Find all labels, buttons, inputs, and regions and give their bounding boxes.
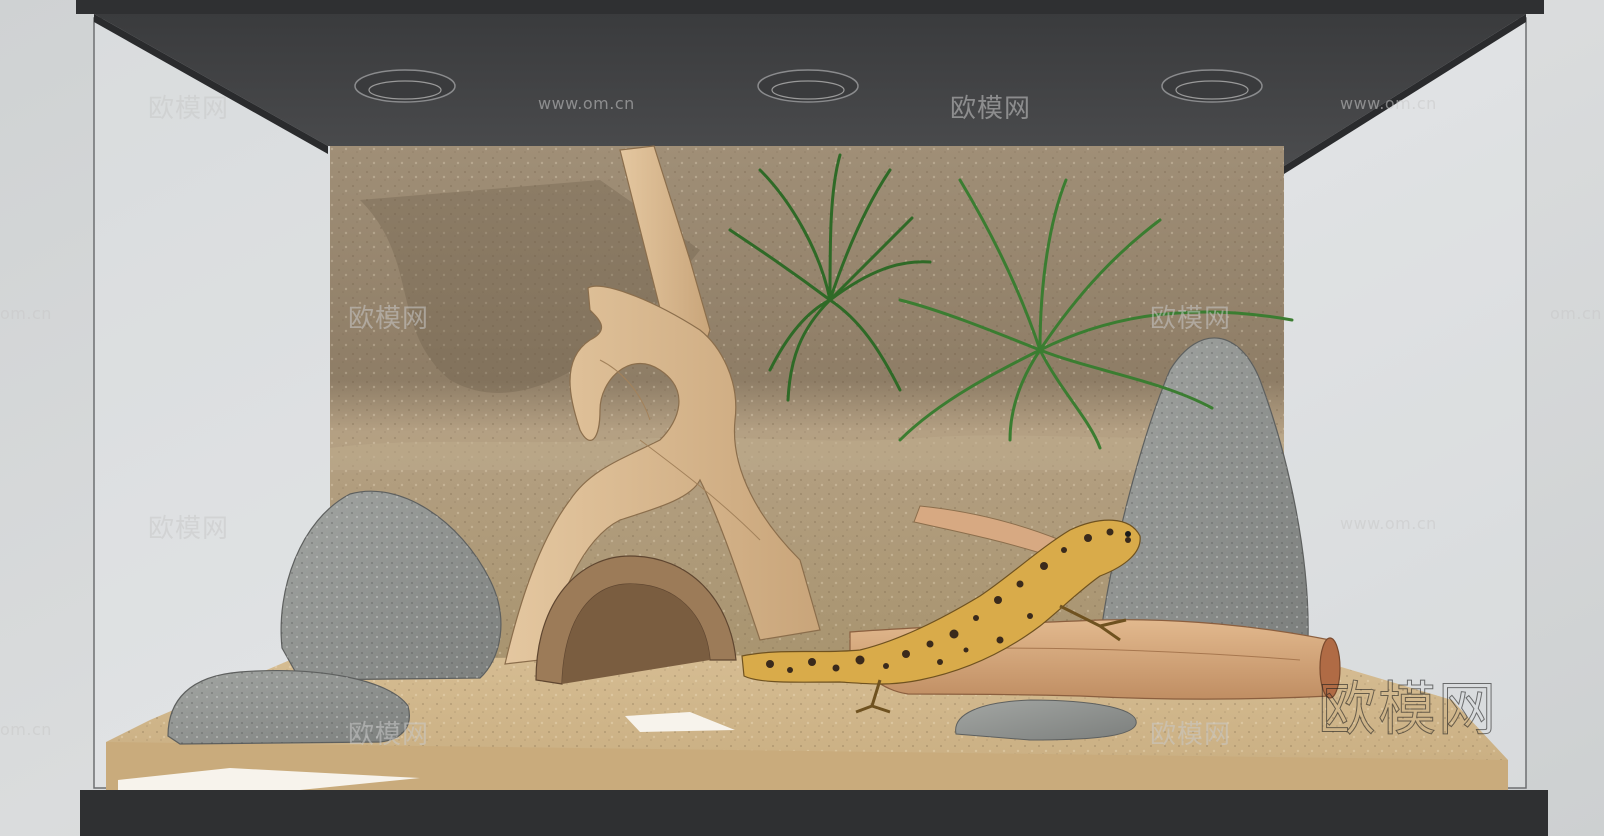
top-frame [76, 0, 1544, 14]
ceiling-light-left [354, 69, 456, 103]
watermark-brand-large: 欧模网 [1317, 675, 1499, 744]
ceiling-light-right [1161, 69, 1263, 103]
bottom-frame [80, 790, 1548, 836]
ceiling-light-center [757, 69, 859, 103]
